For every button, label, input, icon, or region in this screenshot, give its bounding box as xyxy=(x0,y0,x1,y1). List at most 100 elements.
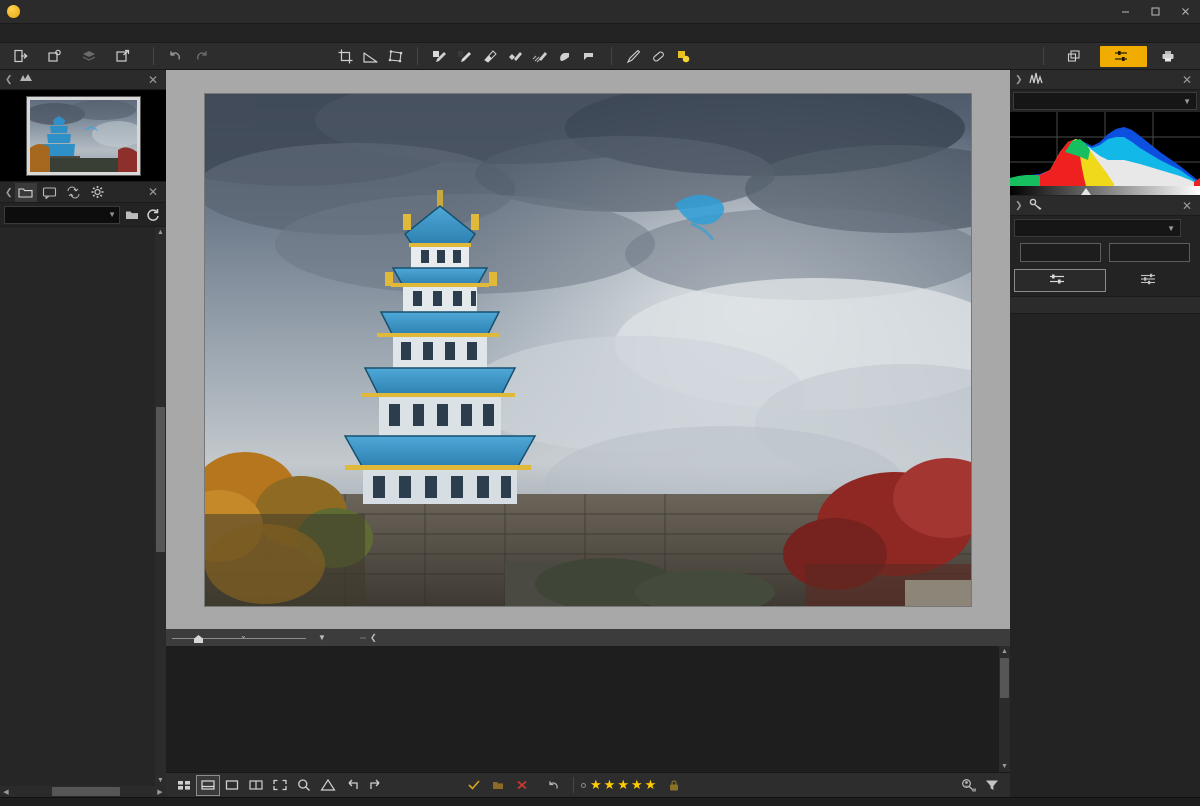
tree-hscroll-track[interactable] xyxy=(12,786,154,797)
zoom-slider[interactable]: ⌄ xyxy=(170,629,308,646)
adjustment-mode-button[interactable] xyxy=(1100,45,1147,67)
gear-tab-button[interactable] xyxy=(87,183,109,202)
title-bar xyxy=(0,0,1200,24)
navigator-header: ❮ ✕ xyxy=(0,70,166,90)
brush-tool-3-button[interactable] xyxy=(477,45,502,68)
print-mode-button[interactable] xyxy=(1147,46,1194,67)
brush-tool-4-button[interactable] xyxy=(502,45,527,68)
pen-icon-button[interactable] xyxy=(621,45,646,68)
brush-tool-1-button[interactable] xyxy=(427,45,452,68)
tree-hscroll-left-arrow[interactable]: ◀ xyxy=(0,788,12,796)
folder-path-input[interactable]: ▼ xyxy=(4,205,120,224)
brush-tool-6-button[interactable] xyxy=(552,45,577,68)
bottom-divider-1 xyxy=(573,777,574,793)
brush-tool-2-button[interactable] xyxy=(452,45,477,68)
undo-button[interactable] xyxy=(163,45,188,68)
spot-icon-button[interactable] xyxy=(671,45,696,68)
collapse-chevron-icon[interactable]: ❮ xyxy=(5,74,13,85)
magnifier-button[interactable] xyxy=(292,775,316,796)
tree-vertical-scrollbar[interactable]: ▲ ▼ xyxy=(155,227,166,786)
brush-tool-7-button[interactable] xyxy=(577,45,602,68)
eraser-icon-button[interactable] xyxy=(646,45,671,68)
composite-icon xyxy=(81,49,96,64)
perspective-icon-button[interactable] xyxy=(383,45,408,68)
folder-tree-rows xyxy=(0,227,155,786)
rating-star-1[interactable]: ★ xyxy=(590,778,602,791)
zoom-dropdown-chevron-icon[interactable]: ▼ xyxy=(314,633,330,642)
label-undo-button[interactable] xyxy=(542,775,566,796)
rating-star-2[interactable]: ★ xyxy=(604,778,616,791)
tree-hscroll-right-arrow[interactable]: ▶ xyxy=(154,788,166,796)
main-content-row: ❮ ✕ ❮ ✕ ▼ ▲ ▼ ◀ ▶ ⌄ ▼ ❮ ▲ ▼ ★ ★ ★ ★ ★ ❯ … xyxy=(0,70,1200,797)
single-view-button[interactable] xyxy=(220,775,244,796)
redo-button[interactable] xyxy=(188,45,213,68)
browser-close-icon[interactable]: ✕ xyxy=(145,185,161,199)
histogram-close-icon[interactable]: ✕ xyxy=(1179,73,1195,87)
preset-select[interactable]: ▼ xyxy=(1014,219,1181,237)
rating-clear-dot[interactable] xyxy=(581,782,586,788)
filter-button[interactable] xyxy=(980,775,1004,796)
new-folder-button[interactable] xyxy=(123,206,141,224)
navigator-close-icon[interactable]: ✕ xyxy=(145,73,161,87)
parameters-close-icon[interactable]: ✕ xyxy=(1179,199,1195,213)
parameters-collapse-chevron-icon[interactable]: ❯ xyxy=(1015,200,1023,211)
tree-vscroll-thumb[interactable] xyxy=(156,407,165,552)
develop-button[interactable] xyxy=(42,45,76,68)
rating-star-3[interactable]: ★ xyxy=(617,778,629,791)
rotate-right-button[interactable] xyxy=(364,775,388,796)
import-button[interactable] xyxy=(8,45,42,68)
another-app-button[interactable] xyxy=(110,45,144,68)
zoom-slider-knob[interactable] xyxy=(194,635,203,643)
filmstrip-vscroll-thumb[interactable] xyxy=(1000,658,1009,698)
tree-horizontal-scrollbar[interactable]: ◀ ▶ xyxy=(0,786,166,797)
reject-mark-button[interactable] xyxy=(510,775,534,796)
filmstrip-view-button[interactable] xyxy=(196,774,220,796)
rating-star-5[interactable]: ★ xyxy=(645,778,657,791)
browser-collapse-chevron-icon[interactable]: ❮ xyxy=(5,187,13,198)
tab-quick[interactable] xyxy=(1014,269,1106,292)
status-bar xyxy=(0,797,1200,806)
composite-button[interactable] xyxy=(76,45,110,68)
histogram-collapse-chevron-icon[interactable]: ❯ xyxy=(1015,74,1023,85)
rotate-level-icon-button[interactable] xyxy=(358,45,383,68)
image-viewer[interactable] xyxy=(166,70,1010,629)
crop-icon-button[interactable] xyxy=(333,45,358,68)
histogram-marker[interactable] xyxy=(1081,188,1091,195)
auto-adjust-button[interactable] xyxy=(1109,243,1190,262)
compare-view-button[interactable] xyxy=(244,775,268,796)
initialize-button[interactable] xyxy=(1020,243,1101,262)
menu-bar xyxy=(0,24,1200,43)
warning-button[interactable] xyxy=(316,775,340,796)
rating-star-4[interactable]: ★ xyxy=(631,778,643,791)
rating-star-group[interactable]: ★ ★ ★ ★ ★ xyxy=(581,778,657,791)
grid-view-button[interactable] xyxy=(172,775,196,796)
maximize-button[interactable] xyxy=(1140,0,1170,24)
brush-tool-5-button[interactable] xyxy=(527,45,552,68)
zoom-slider-track xyxy=(172,638,306,639)
search-person-button[interactable] xyxy=(956,775,980,796)
check-mark-button[interactable] xyxy=(462,775,486,796)
select-mode-button[interactable] xyxy=(1053,46,1100,67)
zoom-prev-arrow-icon[interactable]: ❮ xyxy=(366,633,381,642)
path-dropdown-chevron-icon[interactable]: ▼ xyxy=(106,210,116,219)
histogram-header: ❯ ✕ xyxy=(1010,70,1200,90)
tree-hscroll-thumb[interactable] xyxy=(51,787,120,796)
tab-advanced[interactable] xyxy=(1106,269,1196,292)
comment-tab-button[interactable] xyxy=(39,183,61,202)
fullscreen-button[interactable] xyxy=(268,775,292,796)
filmstrip-vertical-scrollbar[interactable]: ▲ ▼ xyxy=(999,646,1010,772)
lock-button[interactable] xyxy=(662,775,686,796)
folder-tab-button[interactable] xyxy=(14,182,37,202)
navigator-preview[interactable] xyxy=(0,90,166,181)
folder-tree[interactable]: ▲ ▼ ◀ ▶ xyxy=(0,226,166,797)
refresh-button[interactable] xyxy=(144,206,162,224)
rotate-left-button[interactable] xyxy=(340,775,364,796)
parameters-icon xyxy=(1029,198,1044,214)
zoom-slider-default-mark: ⌄ xyxy=(240,631,247,640)
filmstrip[interactable]: ▲ ▼ xyxy=(166,646,1010,772)
histogram-channel-select[interactable]: ▼ xyxy=(1013,92,1197,110)
copy-mark-button[interactable] xyxy=(486,775,510,796)
minimize-button[interactable] xyxy=(1110,0,1140,24)
sort-tab-button[interactable] xyxy=(63,183,85,202)
close-button[interactable] xyxy=(1170,0,1200,24)
